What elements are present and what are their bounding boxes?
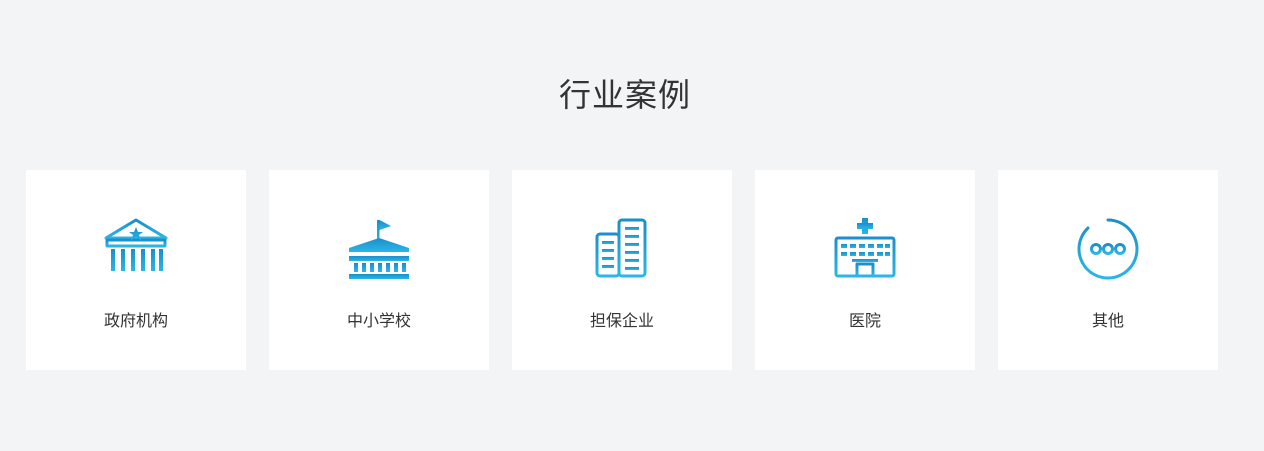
hospital-icon	[834, 218, 896, 278]
card-other[interactable]: 其他	[998, 170, 1218, 370]
card-label: 其他	[1091, 311, 1124, 330]
more-dots-icon	[1077, 218, 1139, 280]
school-building-icon	[349, 220, 409, 279]
card-label: 担保企业	[589, 311, 654, 330]
card-enterprise[interactable]: 担保企业	[512, 170, 732, 370]
industry-case-list: 政府机构 中小学校 担保企业 医院 其他	[26, 170, 1218, 370]
government-building-icon	[104, 218, 168, 280]
card-label: 中小学校	[346, 311, 411, 330]
card-school[interactable]: 中小学校	[269, 170, 489, 370]
card-government[interactable]: 政府机构	[26, 170, 246, 370]
office-buildings-icon	[595, 218, 647, 278]
section-title: 行业案例	[558, 76, 691, 114]
card-label: 政府机构	[103, 311, 168, 330]
card-label: 医院	[848, 311, 881, 330]
card-hospital[interactable]: 医院	[755, 170, 975, 370]
